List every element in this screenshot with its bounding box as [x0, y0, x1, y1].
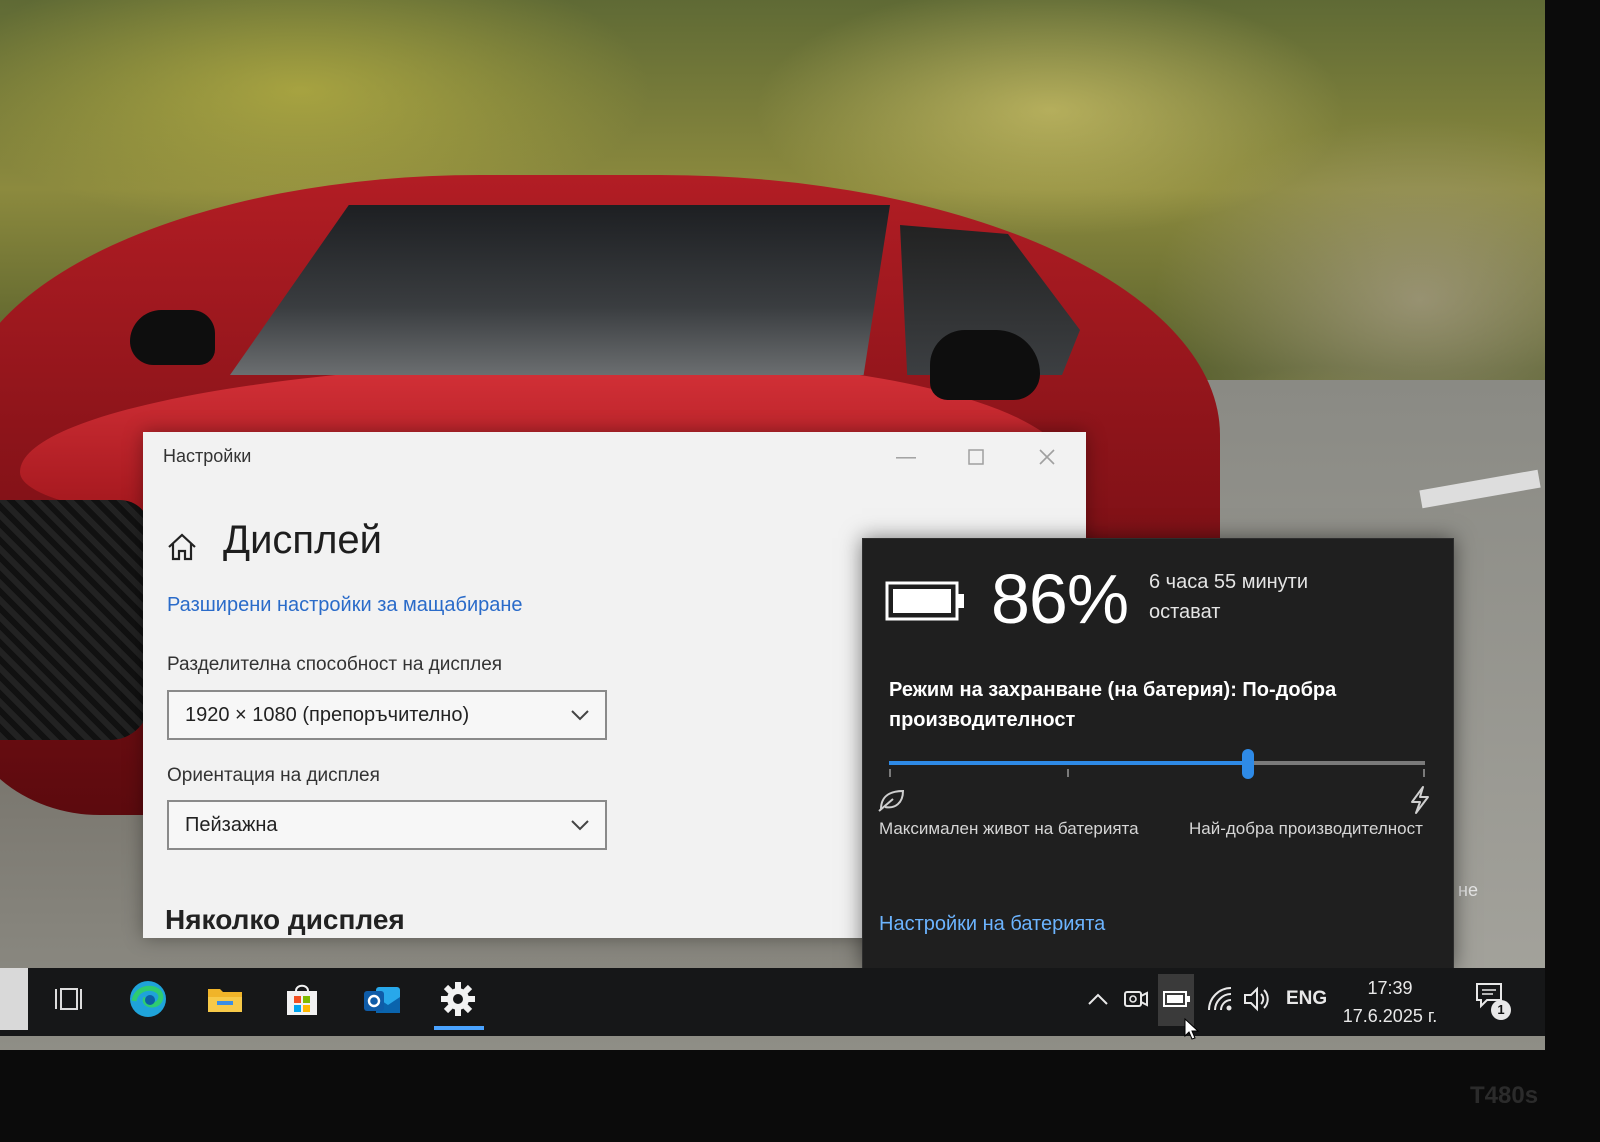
file-explorer-taskbar-button[interactable] — [195, 968, 255, 1030]
leaf-icon — [878, 789, 905, 812]
multiple-displays-heading: Няколко дисплея — [165, 904, 405, 935]
meet-now-icon — [1124, 991, 1148, 1007]
chevron-down-icon — [571, 710, 589, 721]
clock-button[interactable]: 17:39 17.6.2025 г. — [1340, 974, 1440, 1030]
task-view-icon — [55, 988, 82, 1010]
settings-taskbar-button[interactable] — [428, 968, 490, 1030]
file-explorer-icon — [208, 989, 242, 1012]
wallpaper-car-grille — [0, 500, 150, 740]
outlook-taskbar-button[interactable] — [352, 968, 412, 1030]
slider-tick — [1423, 769, 1425, 777]
close-button[interactable] — [1029, 442, 1065, 472]
battery-tray-icon — [1163, 991, 1190, 1007]
laptop-model-label: T480s — [1470, 1082, 1539, 1109]
slider-thumb[interactable] — [1242, 749, 1254, 779]
volume-button[interactable] — [1242, 984, 1272, 1014]
resolution-label: Разделителна способност на дисплея — [167, 654, 503, 675]
slider-tick — [1067, 769, 1069, 777]
battery-time-remaining: 6 часа 55 минути остават — [1149, 571, 1309, 623]
taskbar: ENG 17:39 17.6.2025 г. 1 — [0, 968, 1545, 1036]
edge-icon — [130, 981, 166, 1017]
orientation-value: Пейзажна — [185, 814, 278, 836]
settings-window-title: Настройки — [163, 446, 252, 466]
outlook-icon — [364, 987, 400, 1013]
laptop-screen: не Настройки — Дисплей Разширени настрой… — [0, 0, 1545, 1050]
wifi-button[interactable] — [1205, 984, 1235, 1014]
speaker-icon — [1244, 986, 1269, 1012]
chevron-down-icon — [571, 820, 589, 831]
home-icon[interactable] — [165, 530, 199, 564]
orientation-dropdown[interactable]: Пейзажна — [167, 800, 607, 850]
power-mode-label: Режим на захранване (на батерия): По-доб… — [889, 679, 1337, 731]
chevron-up-icon — [1088, 993, 1108, 1005]
notification-count-badge: 1 — [1491, 1000, 1511, 1020]
resolution-value: 1920 × 1080 (препоръчително) — [185, 704, 470, 726]
battery-flyout: 86% 6 часа 55 минути остават Режим на за… — [862, 538, 1454, 970]
orientation-label: Ориентация на дисплея — [167, 765, 380, 786]
battery-icon — [885, 581, 964, 621]
page-title: Дисплей — [223, 518, 383, 562]
resolution-dropdown[interactable]: 1920 × 1080 (препоръчително) — [167, 690, 607, 740]
task-view-button[interactable] — [38, 968, 98, 1030]
store-icon — [287, 984, 317, 1015]
maximize-icon — [968, 449, 984, 465]
show-hidden-icons-button[interactable] — [1085, 984, 1111, 1014]
input-language-button[interactable]: ENG — [1286, 988, 1327, 1018]
settings-titlebar[interactable]: Настройки — — [143, 432, 1086, 480]
wallpaper-car-mirror-right — [930, 330, 1040, 400]
mouse-cursor-icon — [1184, 1018, 1200, 1040]
store-taskbar-button[interactable] — [272, 968, 332, 1030]
maximize-button[interactable] — [958, 442, 994, 472]
power-mode-slider[interactable] — [889, 749, 1425, 779]
meet-now-button[interactable] — [1122, 984, 1150, 1014]
edge-taskbar-button[interactable] — [118, 968, 178, 1030]
lightning-bolt-icon — [1411, 786, 1429, 814]
slider-tick — [889, 769, 891, 777]
max-battery-life-label: Максимален живот на батерията — [879, 819, 1139, 838]
partial-window-text: не — [1458, 880, 1478, 900]
clock-time: 17:39 — [1367, 978, 1413, 998]
wifi-icon — [1208, 987, 1232, 1011]
battery-percentage: 86% — [991, 560, 1129, 638]
clock-date: 17.6.2025 г. — [1342, 1006, 1438, 1026]
best-performance-label: Най-добра производителност — [1189, 819, 1423, 838]
close-icon — [1039, 449, 1055, 465]
battery-settings-link[interactable]: Настройки на батерията — [879, 913, 1105, 936]
advanced-scaling-link[interactable]: Разширени настройки за мащабиране — [167, 594, 523, 617]
wallpaper-car-mirror-left — [130, 310, 215, 365]
slider-fill — [889, 761, 1248, 765]
action-center-button[interactable]: 1 — [1475, 982, 1511, 1020]
minimize-button[interactable]: — — [888, 442, 924, 472]
settings-gear-icon — [441, 982, 475, 1016]
start-button[interactable] — [0, 968, 28, 1030]
active-app-indicator — [434, 1026, 484, 1030]
